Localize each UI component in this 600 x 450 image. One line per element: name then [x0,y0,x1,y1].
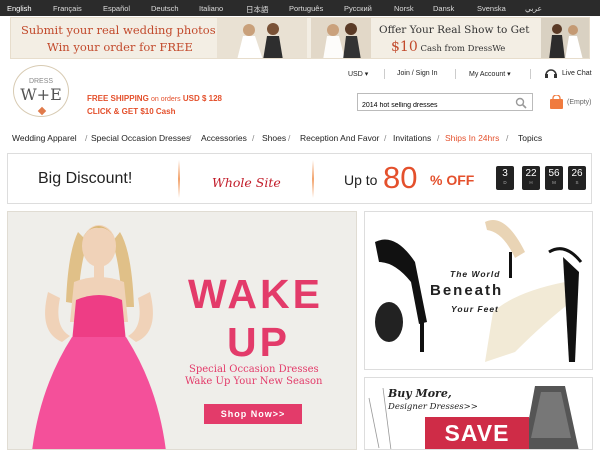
nav-ships-24hrs[interactable]: Ships In 24hrs [445,133,499,143]
divider [530,69,531,79]
currency-label: USD [348,71,363,78]
off-text: % OFF [430,172,475,188]
search-icon[interactable] [515,97,527,109]
nav-special-occasion[interactable]: Special Occasion Dresses [91,133,190,143]
countdown-seconds: 26 S [568,166,586,190]
nav-separator: / [384,133,387,143]
discount-percent: 80 [383,160,418,195]
free-shipping-label: FREE SHIPPING [87,94,149,103]
countdown-days-value: 3 [502,168,508,179]
couple-photo-left [217,18,307,58]
divider [312,160,314,198]
nav-separator: / [506,133,509,143]
nav-invitations[interactable]: Invitations [393,133,431,143]
lang-arabic[interactable]: عربي [525,4,542,13]
save-banner[interactable]: Buy More, Designer Dresses>> SAVE [364,377,593,450]
nav-accessories[interactable]: Accessories [201,133,247,143]
sign-in-link[interactable]: Join / Sign In [397,70,437,77]
heart-icon [37,106,47,116]
countdown-hours: 22 H [522,166,540,190]
countdown-minutes-value: 56 [548,168,560,179]
site-logo[interactable]: DRESS W+E [13,65,69,117]
countdown-days-label: D [503,180,507,185]
divider [384,69,385,79]
countdown-seconds-label: S [575,180,579,185]
shoes-line-2: Beneath [430,282,504,299]
currency-selector[interactable]: USD ▾ [348,70,368,78]
hero-subtitle-2: Wake Up Your New Season [185,376,323,387]
logo-dress-text: DRESS [28,78,54,85]
countdown-hours-value: 22 [525,168,537,179]
lang-italian[interactable]: Italiano [199,4,223,13]
nav-wedding-apparel[interactable]: Wedding Apparel [12,133,77,143]
nav-separator: / [288,133,291,143]
lang-spanish[interactable]: Español [103,4,130,13]
headset-icon [545,69,557,78]
hero-title-wake: WAKE [188,271,323,317]
lang-english[interactable]: English [7,4,32,13]
nav-separator: / [252,133,255,143]
lang-russian[interactable]: Русский [344,4,372,13]
divider [178,160,180,198]
shoes-banner[interactable]: The World Beneath Your Feet [364,211,593,370]
promo-offer-line: Offer Your Real Show to Get [379,24,530,36]
divider [455,69,456,79]
promo-cash-line: $10 Cash from DressWe [391,39,505,55]
nav-shoes[interactable]: Shoes [262,133,286,143]
free-shipping-small: on orders [151,96,181,103]
lang-portuguese[interactable]: Português [289,4,323,13]
countdown-hours-label: H [529,180,533,185]
search-input[interactable] [358,97,508,114]
countdown-minutes-label: M [552,180,556,185]
big-discount-text: Big Discount! [38,170,133,187]
chevron-down-icon: ▾ [507,71,511,78]
hero-banner[interactable]: WAKE UP Special Occasion Dresses Wake Up… [7,211,357,450]
hero-subtitle-1: Special Occasion Dresses [189,364,319,375]
model-photo [32,225,166,449]
whole-site-text: Whole Site [212,175,281,190]
promo-line2: Win your order for FREE [47,40,193,54]
lang-german[interactable]: Deutsch [151,4,179,13]
free-shipping-notice: FREE SHIPPING on orders USD $ 128 [87,94,222,103]
nav-reception-favor[interactable]: Reception And Favor [300,133,379,143]
my-account-menu[interactable]: My Account ▾ [469,70,511,78]
shoes-line-3: Your Feet [451,304,499,314]
save-line-3: SAVE [425,417,529,449]
free-shipping-amount: USD $ 128 [182,94,222,103]
shop-now-button[interactable]: Shop Now>> [204,404,302,424]
countdown-minutes: 56 M [545,166,563,190]
nav-separator: / [437,133,440,143]
nav-topics[interactable]: Topics [518,133,542,143]
couple-photo-center [311,18,371,58]
search-box [357,93,533,114]
promo-cash-amount: $10 [391,39,418,55]
couple-photo-right [541,18,589,58]
discount-banner[interactable]: Big Discount! Whole Site Up to 80 % OFF … [7,153,592,204]
save-line-1: Buy More, [388,387,452,400]
hero-title-up: UP [227,319,290,365]
lang-japanese[interactable]: 日本語 [246,4,269,15]
chevron-down-icon: ▾ [364,71,369,78]
save-line-2: Designer Dresses>> [388,402,478,412]
promo-banner[interactable]: Submit your real wedding photos Win your… [10,17,590,59]
countdown-days: 3 D [496,166,514,190]
lang-swedish[interactable]: Svenska [477,4,506,13]
language-bar: English Français Español Deutsch Italian… [0,0,600,16]
shoes-line-1: The World [450,269,501,279]
logo-we-text: W+E [20,85,62,104]
lang-norwegian[interactable]: Norsk [394,4,414,13]
my-account-label: My Account [469,71,506,78]
promo-cash-text: Cash from DressWe [420,44,506,54]
shopping-bag-icon[interactable] [549,95,564,110]
cart-status[interactable]: (Empty) [567,99,592,106]
nav-separator: / [189,133,192,143]
nav-separator: / [85,133,88,143]
countdown-seconds-value: 26 [571,168,583,179]
lang-french[interactable]: Français [53,4,82,13]
live-chat-link[interactable]: Live Chat [562,70,592,77]
cash-offer-link[interactable]: CLICK & GET $10 Cash [87,107,175,116]
lang-danish[interactable]: Dansk [433,4,454,13]
promo-line1: Submit your real wedding photos [21,23,216,37]
up-to-text: Up to [344,172,378,188]
